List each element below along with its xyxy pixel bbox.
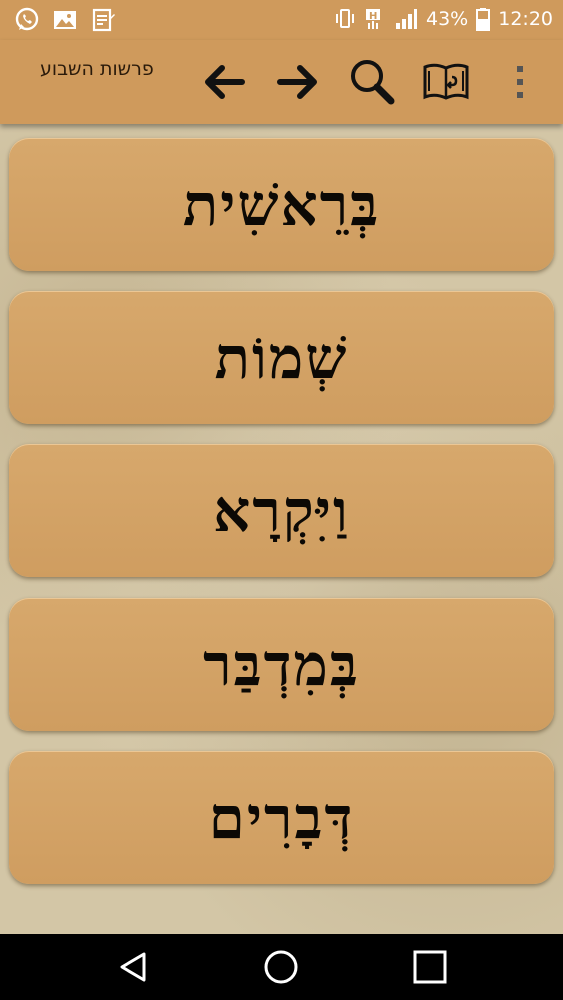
system-nav-bar (0, 934, 563, 1000)
book-icon (423, 63, 469, 100)
clock: 12:20 (498, 8, 553, 30)
book-label: דְּבָרִים (208, 783, 355, 852)
home-circle-icon (264, 950, 298, 984)
book-button-shemot[interactable]: שְׁמוֹת (9, 291, 554, 424)
forward-arrow-button[interactable] (272, 56, 324, 108)
nav-back-button[interactable] (113, 947, 153, 987)
forward-arrow-icon (277, 65, 317, 99)
network-h-icon: H (366, 9, 380, 29)
book-label: בְּרֵאשִׁית (182, 170, 381, 239)
book-button-bereshit[interactable]: בְּרֵאשִׁית (9, 138, 554, 271)
book-button-devarim[interactable]: דְּבָרִים (9, 751, 554, 884)
book-label: וַיִּקְרָא (213, 476, 350, 545)
battery-icon (476, 8, 491, 31)
back-arrow-button[interactable] (198, 56, 250, 108)
signal-icon (396, 9, 417, 29)
battery-percent: 43% (426, 8, 469, 30)
nav-recents-button[interactable] (410, 947, 450, 987)
book-button[interactable] (420, 56, 472, 108)
book-label: שְׁמוֹת (214, 323, 349, 392)
back-arrow-icon (205, 65, 245, 99)
search-button[interactable] (346, 56, 398, 108)
overflow-menu-icon (517, 66, 523, 98)
nav-home-button[interactable] (261, 947, 301, 987)
book-button-bamidbar[interactable]: בְּמִדְבַּר (9, 598, 554, 731)
whatsapp-icon (15, 7, 39, 31)
status-bar: H 43% 12:20 (0, 0, 563, 40)
vibrate-icon (336, 9, 354, 28)
notes-icon (92, 8, 115, 32)
gallery-icon (54, 11, 76, 29)
app-toolbar: פרשות השבוע (0, 40, 563, 124)
book-label: בְּמִדְבַּר (203, 630, 360, 699)
back-triangle-icon (120, 952, 146, 982)
book-button-vayikra[interactable]: וַיִּקְרָא (9, 444, 554, 577)
recents-square-icon (413, 950, 447, 984)
svg-text:H: H (369, 11, 377, 22)
app-title: פרשות השבוע (40, 58, 154, 80)
search-icon (351, 60, 395, 105)
overflow-menu-button[interactable] (500, 56, 540, 108)
book-list: בְּרֵאשִׁית שְׁמוֹת וַיִּקְרָא בְּמִדְבַ… (0, 124, 563, 934)
